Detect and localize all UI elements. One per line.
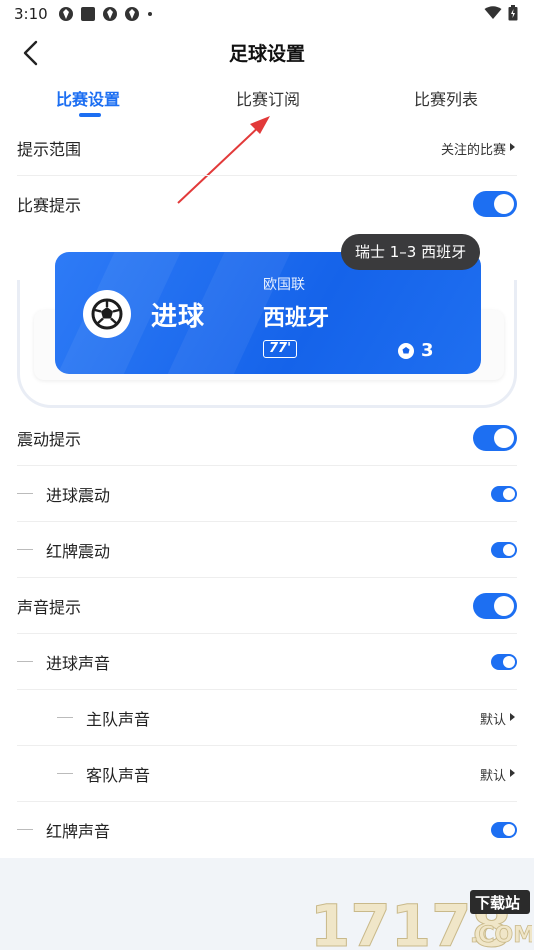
setting-label: 客队声音: [86, 766, 151, 785]
goal-count: 3: [397, 340, 434, 361]
setting-label: 红牌震动: [46, 542, 111, 561]
soccer-ball-icon: [83, 290, 131, 338]
goal-vibration-toggle[interactable]: [491, 486, 517, 502]
page-title: 足球设置: [228, 43, 305, 65]
indent-dash: [17, 829, 33, 830]
soccer-ball-icon: [398, 342, 414, 359]
status-time: 3:10: [14, 5, 48, 23]
match-alert-toggle[interactable]: [473, 191, 517, 217]
tab-match-subscription[interactable]: 比赛订阅: [236, 86, 300, 110]
status-left-icons: [58, 6, 152, 22]
setting-label: 比赛提示: [17, 196, 82, 215]
toggle-knob: [503, 544, 515, 556]
red-card-sound-toggle[interactable]: [491, 822, 517, 838]
toggle-knob: [494, 428, 514, 448]
svg-text:下载站: 下载站: [475, 894, 520, 912]
setting-row-vibration: 震动提示: [0, 410, 534, 466]
setting-row-red-card-sound: 红牌声音: [0, 802, 534, 858]
setting-label: 进球震动: [46, 486, 111, 505]
tab-match-settings[interactable]: 比赛设置: [56, 86, 120, 110]
setting-value: 关注的比赛: [440, 143, 506, 158]
goal-count-value: 3: [421, 340, 434, 361]
game-icon: [125, 7, 139, 21]
wifi-icon: [484, 6, 502, 19]
match-minute-badge: 77': [263, 340, 298, 358]
chevron-right-icon: [510, 143, 515, 151]
setting-label: 进球声音: [46, 654, 111, 673]
toggle-knob: [494, 596, 514, 616]
battery-icon: [508, 5, 518, 21]
setting-row-alert-range[interactable]: 提示范围 关注的比赛: [0, 120, 534, 176]
app-header: 足球设置: [0, 30, 534, 74]
goal-label: 进球: [151, 302, 206, 332]
toggle-knob: [503, 656, 515, 668]
league-name: 欧国联: [263, 277, 305, 293]
goal-sound-toggle[interactable]: [491, 654, 517, 670]
setting-row-red-card-vibration: 红牌震动: [0, 522, 534, 578]
setting-row-match-alert: 比赛提示: [0, 176, 534, 232]
tab-match-list[interactable]: 比赛列表: [414, 86, 478, 110]
indent-dash: [17, 549, 33, 550]
vibration-toggle[interactable]: [473, 425, 517, 451]
indent-dash: [17, 661, 33, 662]
setting-label: 主队声音: [86, 710, 151, 729]
setting-row-away-sound[interactable]: 客队声音 默认: [0, 746, 534, 802]
notification-preview: 进球 欧国联 西班牙 77' 3 瑞士 1–3 西班牙: [17, 232, 517, 410]
score-pill: 瑞士 1–3 西班牙: [341, 234, 481, 270]
square-icon: [81, 7, 95, 21]
setting-value: 默认: [479, 769, 506, 784]
status-right-icons: [484, 5, 518, 21]
chevron-right-icon: [510, 713, 515, 721]
watermark-logo: 17178 下载站 .COM: [310, 890, 532, 950]
notification-dot: [148, 12, 152, 16]
indent-dash: [57, 773, 73, 774]
setting-value: 默认: [479, 713, 506, 728]
setting-label: 提示范围: [17, 140, 82, 159]
team-name: 西班牙: [263, 306, 330, 331]
setting-label: 震动提示: [17, 430, 82, 449]
red-card-vibration-toggle[interactable]: [491, 542, 517, 558]
toggle-knob: [503, 824, 515, 836]
sound-toggle[interactable]: [473, 593, 517, 619]
game-icon: [59, 7, 73, 21]
chevron-right-icon: [510, 769, 515, 777]
svg-text:.COM: .COM: [470, 923, 532, 948]
status-bar: 3:10: [0, 0, 534, 28]
game-icon: [103, 7, 117, 21]
setting-label: 声音提示: [17, 598, 82, 617]
setting-row-goal-vibration: 进球震动: [0, 466, 534, 522]
goal-notification-card: 进球 欧国联 西班牙 77' 3: [55, 252, 481, 374]
setting-row-home-sound[interactable]: 主队声音 默认: [0, 690, 534, 746]
toggle-knob: [494, 194, 514, 214]
setting-row-sound: 声音提示: [0, 578, 534, 634]
active-tab-indicator: [79, 113, 101, 117]
setting-label: 红牌声音: [46, 822, 111, 841]
toggle-knob: [503, 488, 515, 500]
indent-dash: [57, 717, 73, 718]
indent-dash: [17, 493, 33, 494]
setting-row-goal-sound: 进球声音: [0, 634, 534, 690]
